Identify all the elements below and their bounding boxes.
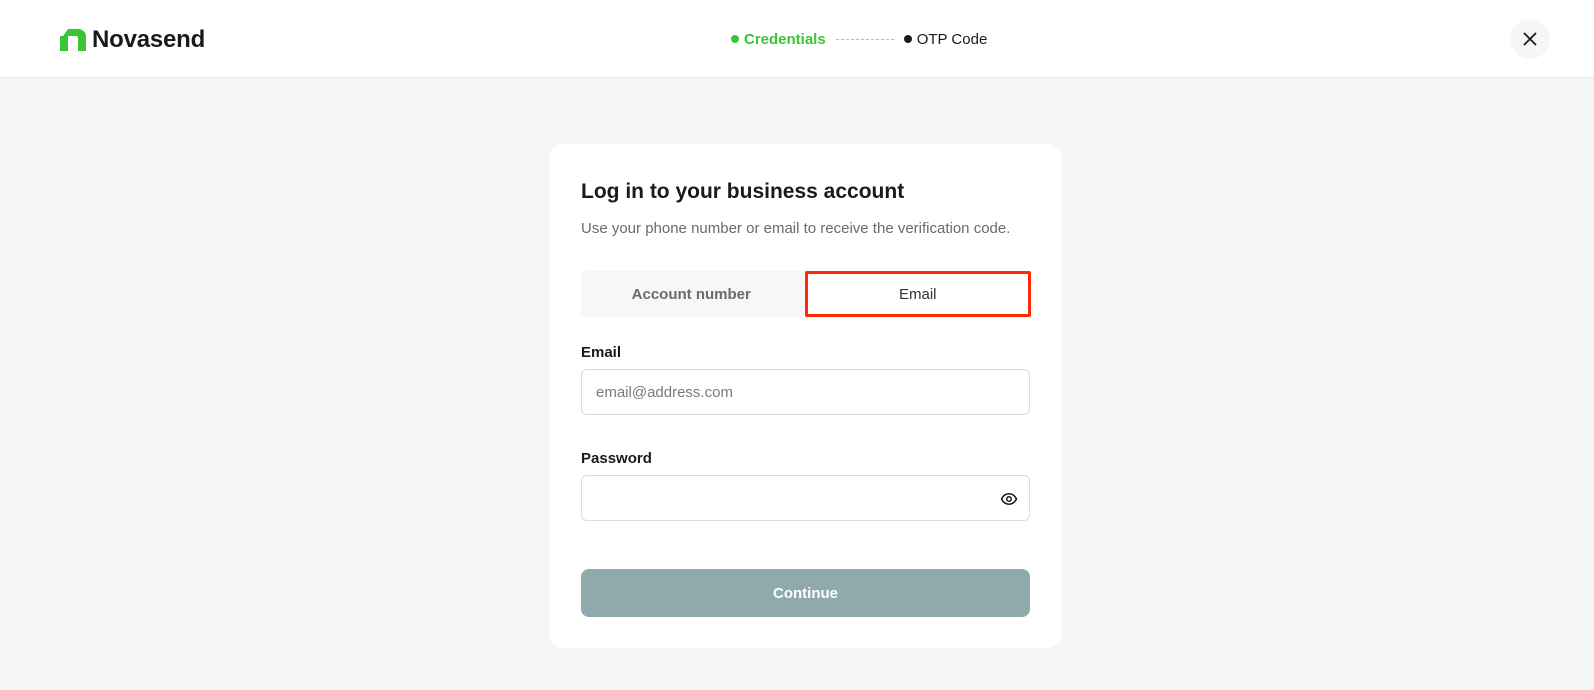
tab-email[interactable]: Email [804,271,1031,317]
step-otp-code: OTP Code [903,30,988,48]
email-input[interactable] [582,370,1029,414]
toggle-password-visibility-button[interactable] [999,489,1019,509]
progress-stepper: Credentials OTP Code [731,30,987,48]
password-label: Password [581,450,652,467]
continue-button[interactable]: Continue [581,569,1030,617]
step-credentials: Credentials [731,31,826,48]
password-field-container [581,475,1030,521]
email-label: Email [581,344,622,361]
step-active-dot [731,35,739,43]
novasend-logo-icon [60,29,86,51]
step-connector [835,38,894,40]
tab-account-number[interactable]: Account number [581,271,802,317]
close-button[interactable] [1510,19,1550,59]
top-bar: Novasend Credentials OTP Code [0,0,1594,78]
step-otp-code-label: OTP Code [916,30,988,48]
step-pending-dot [903,35,912,43]
eye-icon [1000,493,1018,505]
login-method-tabs: Account number Email [581,271,1031,317]
password-input[interactable] [582,476,1029,520]
email-field-container [581,369,1030,415]
login-card: Log in to your business account Use your… [549,144,1062,648]
brand-logo[interactable]: Novasend [60,27,205,53]
step-credentials-label: Credentials [744,30,826,48]
login-subtitle: Use your phone number or email to receiv… [581,220,1011,237]
login-title: Log in to your business account [581,180,905,203]
brand-name: Novasend [92,26,206,53]
close-icon [1523,32,1537,46]
